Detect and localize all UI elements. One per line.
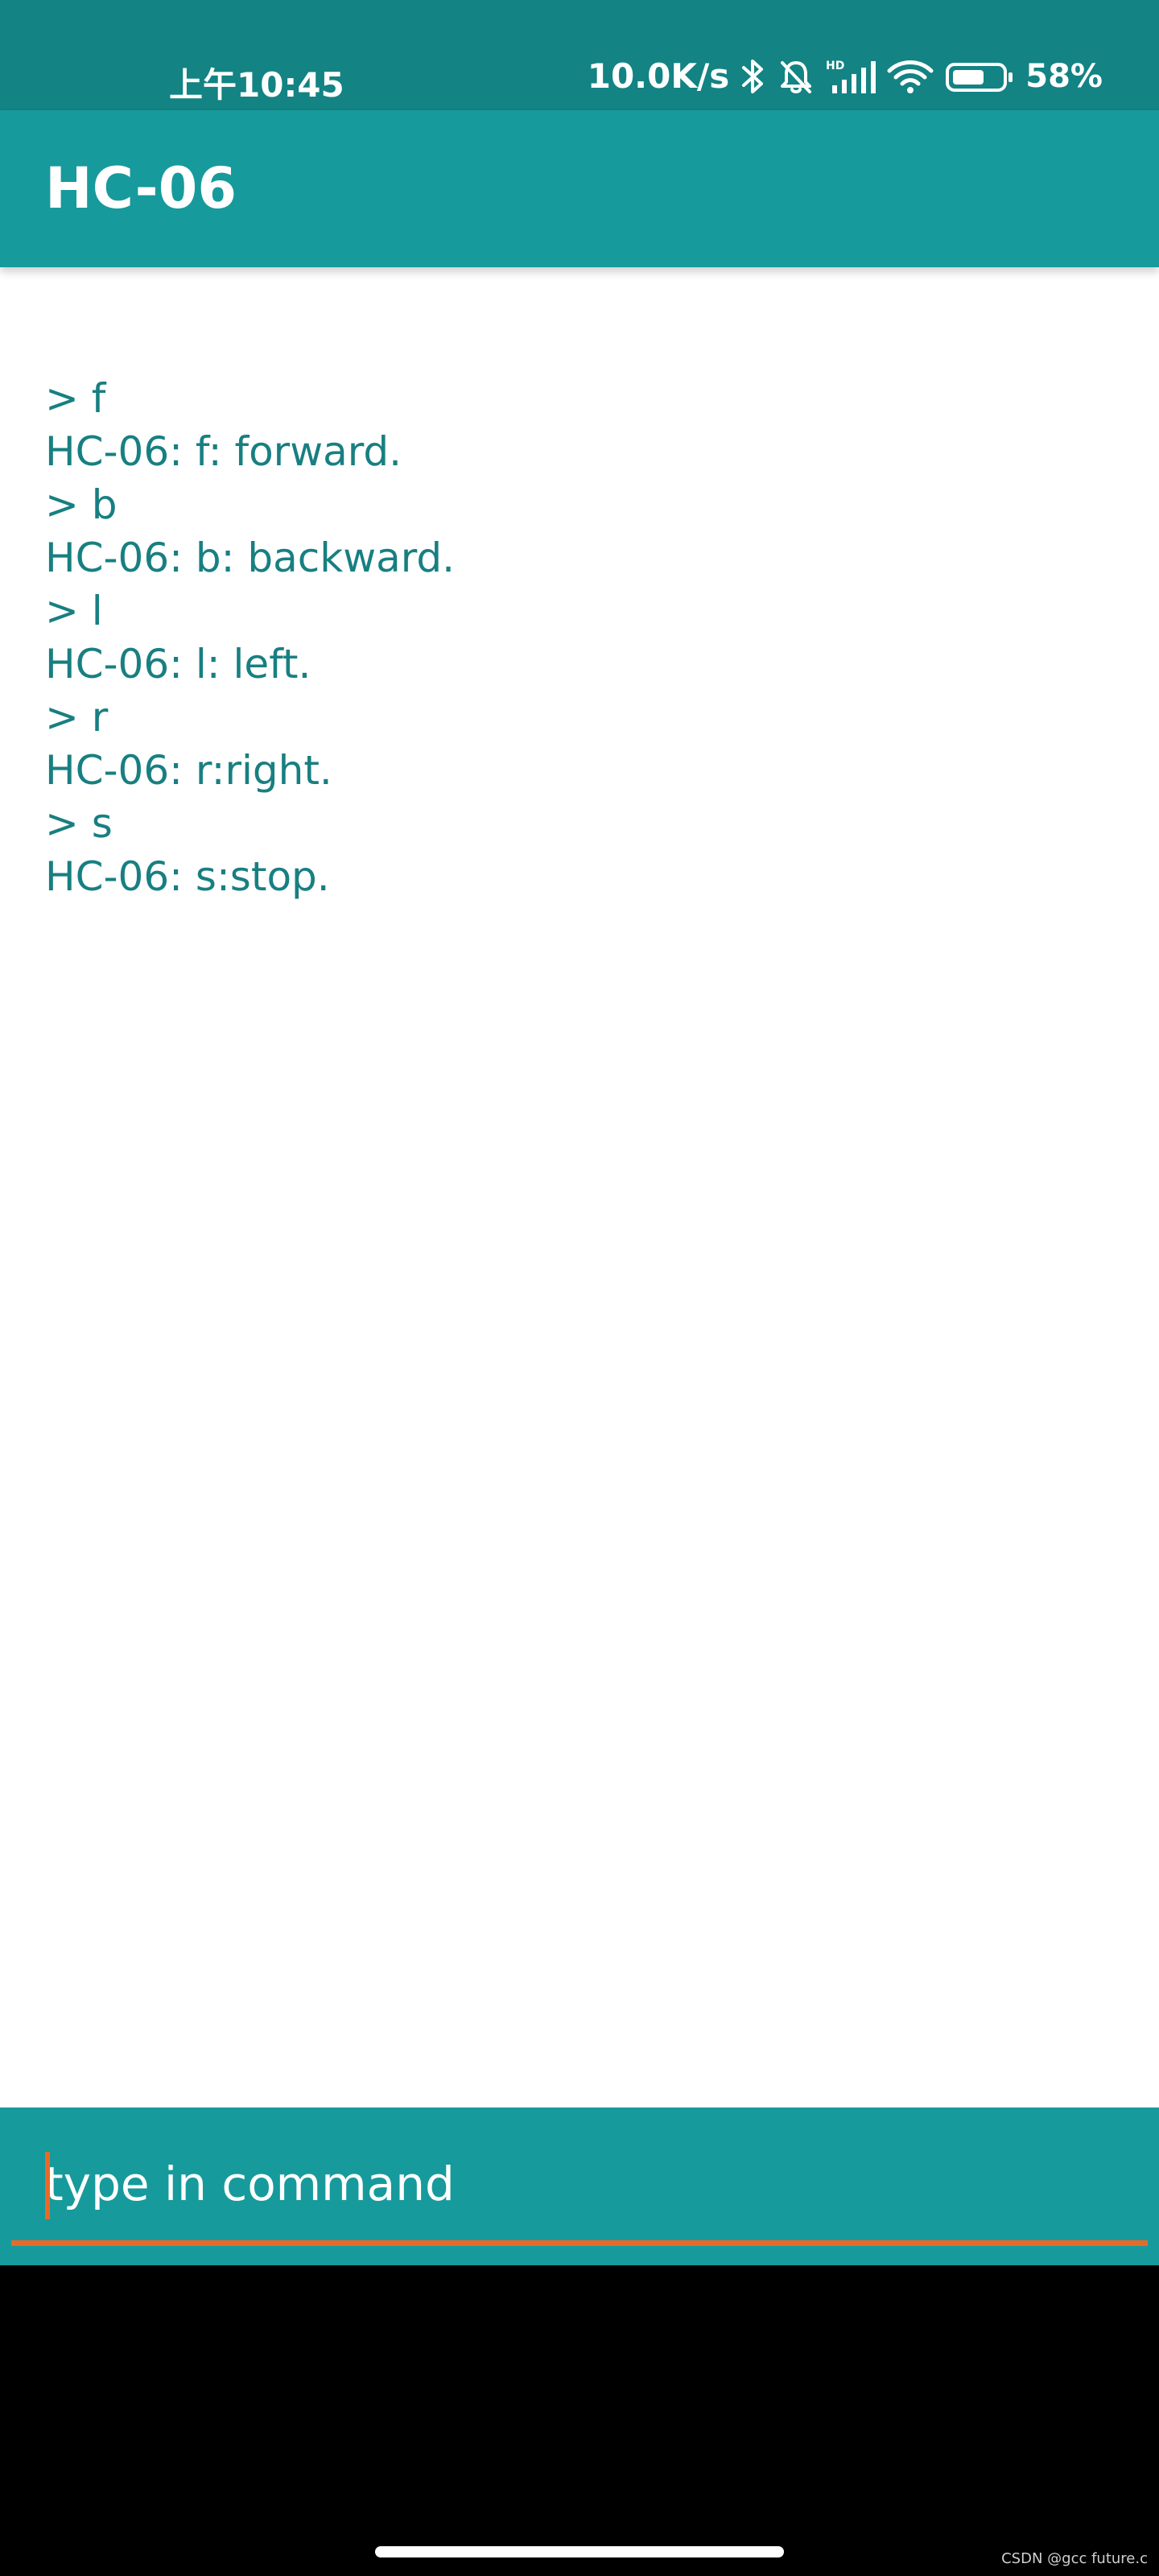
status-bar: 上午10:45 10.0K/s HD 58%	[0, 0, 1159, 110]
log-line: HC-06: s:stop.	[45, 853, 330, 900]
log-line: > l	[45, 588, 103, 634]
hd-signal-icon: HD	[826, 58, 876, 95]
status-time: 上午10:45	[169, 65, 344, 105]
log-line: HC-06: l: left.	[45, 641, 311, 687]
bluetooth-icon	[740, 58, 766, 95]
wifi-icon	[887, 58, 934, 95]
log-line: HC-06: r:right.	[45, 747, 332, 794]
hd-badge: HD	[826, 60, 844, 72]
log-line: > b	[45, 481, 118, 528]
log-line: > r	[45, 694, 109, 741]
status-indicators: 10.0K/s HD 58%	[588, 56, 1103, 96]
app-bar: HC-06	[0, 110, 1159, 267]
bell-off-icon	[777, 58, 815, 95]
log-line: > s	[45, 800, 113, 847]
home-indicator[interactable]	[375, 2546, 784, 2557]
terminal-log: > f HC-06: f: forward. > b HC-06: b: bac…	[45, 372, 1124, 903]
page-title: HC-06	[45, 155, 237, 221]
log-line: HC-06: b: backward.	[45, 535, 456, 581]
log-line: HC-06: f: forward.	[45, 428, 402, 475]
battery-percent: 58%	[1025, 57, 1103, 95]
command-input-underline	[11, 2240, 1148, 2246]
network-speed: 10.0K/s	[587, 56, 730, 96]
navigation-area	[0, 2265, 1159, 2576]
command-input[interactable]	[45, 2140, 1107, 2228]
text-cursor	[45, 2152, 50, 2219]
log-line: > f	[45, 375, 106, 422]
watermark: CSDN @gcc future.c	[1001, 2550, 1148, 2567]
battery-icon	[945, 58, 1014, 95]
